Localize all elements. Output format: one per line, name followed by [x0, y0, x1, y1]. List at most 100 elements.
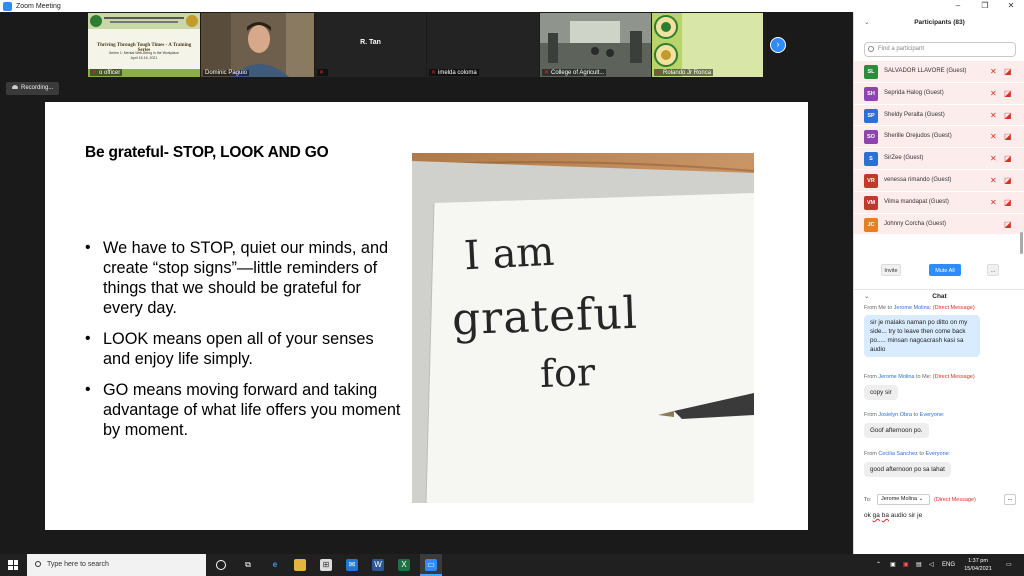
participant-list: SL SALVADOR LLAVORE (Guest) ✕ ◪ SH Seprid… [854, 61, 1024, 236]
avatar: VR [864, 173, 878, 188]
participant-row[interactable]: SO Sherille Orejudos (Guest) ✕ ◪ [854, 126, 1024, 149]
chat-input[interactable]: ok ga ba audio sir je [864, 512, 922, 519]
chat-message: copy sir [864, 385, 898, 400]
taskbar: Type here to search ⧉ e ⊞ ✉ W X ▭ ⌃ ▣ ▣ … [0, 554, 1024, 576]
avatar: SH [864, 86, 878, 101]
video-off-icon: ◪ [1004, 197, 1012, 207]
find-participant-input[interactable]: Find a participant [864, 42, 1016, 57]
bullet-item: GO means moving forward and taking advan… [85, 380, 405, 440]
windows-start-icon[interactable] [8, 560, 18, 570]
volume-icon[interactable]: ◁ [929, 554, 934, 576]
participant-row[interactable]: S SirZee (Guest) ✕ ◪ [854, 148, 1024, 170]
file-explorer-icon[interactable] [294, 559, 306, 571]
participant-name: ✕ [317, 69, 329, 76]
participant-name: SirZee (Guest) [884, 155, 924, 162]
search-icon [868, 46, 874, 52]
avatar: S [864, 152, 878, 167]
word-icon[interactable]: W [372, 559, 384, 571]
language-indicator[interactable]: ENG [942, 554, 955, 576]
participant-name: ✕ imelda coloma [429, 69, 479, 76]
muted-mic-icon: ✕ [319, 70, 325, 76]
participant-row[interactable]: SL SALVADOR LLAVORE (Guest) ✕ ◪ [854, 61, 1024, 83]
photo-text-line: for [539, 350, 596, 396]
network-icon[interactable]: ▤ [916, 554, 922, 576]
chevron-right-icon[interactable]: › [770, 37, 786, 53]
video-tile[interactable]: Dominic Paguio [201, 13, 314, 77]
muted-mic-icon: ✕ [990, 197, 997, 207]
chevron-down-icon: ⌄ [918, 496, 924, 502]
muted-mic-icon: ✕ [990, 175, 997, 185]
recipient-select[interactable]: Jerome Molina ⌄ [877, 494, 930, 505]
mute-all-button[interactable]: Mute All [929, 264, 961, 276]
zoom-icon: ▭ [425, 559, 437, 571]
video-off-icon: ◪ [1004, 67, 1012, 76]
avatar: JC [864, 217, 878, 232]
classroom-video [540, 13, 651, 77]
tray-chevron-icon[interactable]: ⌃ [876, 554, 881, 576]
restore-button[interactable]: ❐ [972, 0, 998, 12]
avatar: SP [864, 108, 878, 123]
video-off-icon: ◪ [1004, 219, 1012, 229]
participant-row[interactable]: JC Johnny Corcha (Guest) ◪ [854, 213, 1024, 236]
muted-mic-icon: ✕ [990, 154, 997, 164]
video-tile[interactable]: R. Tan ✕ [315, 13, 426, 77]
message-meta: From Cecilia Sanchez to Everyone: [864, 451, 951, 457]
invite-button[interactable]: Invite [881, 264, 901, 276]
tray-app-icon[interactable]: ▣ [890, 554, 896, 576]
participant-video [201, 13, 314, 77]
participant-name: Vilma mandapat (Guest) [884, 198, 949, 205]
video-tile[interactable]: ✕ imelda coloma [427, 13, 539, 77]
chat-more-button[interactable]: ... [1004, 494, 1016, 505]
participant-name: ✕ College of Agricult... [542, 69, 607, 76]
zoom-taskbar-button[interactable]: ▭ [420, 554, 442, 576]
shared-slide: Be grateful- STOP, LOOK AND GO We have t… [45, 102, 808, 530]
more-options-button[interactable]: ... [987, 264, 999, 276]
participant-row[interactable]: SH Seprida Halog (Guest) ✕ ◪ [854, 82, 1024, 105]
grateful-notebook-photo: I am grateful for [412, 153, 754, 503]
participant-name: Johnny Corcha (Guest) [884, 220, 947, 227]
taskbar-search[interactable]: Type here to search [27, 554, 206, 576]
avatar: SL [864, 65, 878, 79]
video-tile[interactable]: ✕ Rolando Jr Ronca [652, 13, 763, 77]
participant-name: Dominic Paguio [203, 70, 250, 76]
photo-text-line: I am [462, 228, 556, 280]
cloud-recording-icon [12, 85, 18, 89]
task-view-icon[interactable]: ⧉ [242, 559, 254, 571]
muted-mic-icon: ✕ [656, 70, 662, 76]
participants-header: ⌄ Participants (83) [854, 12, 1024, 34]
video-off-icon: ◪ [1004, 110, 1012, 120]
edge-icon[interactable]: e [269, 559, 281, 571]
message-meta: From Josielyn Obra to Everyone: [864, 412, 945, 418]
excel-icon[interactable]: X [398, 559, 410, 571]
video-off-icon: ◪ [1004, 132, 1012, 142]
bullet-item: We have to STOP, quiet our minds, and cr… [85, 238, 405, 318]
mail-icon[interactable]: ✉ [346, 559, 358, 571]
avatar: SO [864, 130, 878, 145]
cortana-icon[interactable] [216, 560, 226, 570]
participant-name: SALVADOR LLAVORE (Guest) [884, 68, 967, 74]
slide-bullets: We have to STOP, quiet our minds, and cr… [85, 238, 405, 451]
chevron-down-icon[interactable]: ⌄ [864, 290, 869, 304]
participants-scrollbar[interactable] [1020, 232, 1023, 254]
message-meta: From Me to Jerome Molina: (Direct Messag… [864, 305, 975, 311]
chat-message: Goof afternoon po. [864, 423, 929, 438]
participant-row[interactable]: VM Vilma mandapat (Guest) ✕ ◪ [854, 191, 1024, 214]
video-tile[interactable]: Thriving Through Tough Times - A Trainin… [88, 13, 200, 77]
notification-icon[interactable]: ▭ [1006, 554, 1012, 576]
store-icon[interactable]: ⊞ [320, 559, 332, 571]
tray-app-icon[interactable]: ▣ [903, 554, 909, 576]
participant-row[interactable]: SP Sheldy Peralta (Guest) ✕ ◪ [854, 104, 1024, 127]
clock[interactable]: 1:37 pm 15/04/2021 [958, 557, 998, 573]
participant-name: ✕ Rolando Jr Ronca [654, 69, 714, 76]
muted-mic-icon: ✕ [92, 70, 98, 76]
video-tile[interactable]: ✕ College of Agricult... [540, 13, 651, 77]
minimize-button[interactable]: – [945, 0, 971, 12]
zoom-logo-icon [3, 1, 12, 11]
chevron-down-icon[interactable]: ⌄ [864, 12, 869, 34]
participant-row[interactable]: VR venessa rimando (Guest) ✕ ◪ [854, 169, 1024, 192]
chat-message: good afternoon po sa lahat [864, 462, 951, 477]
recording-indicator[interactable]: Recording... [6, 82, 60, 95]
participant-name: Sherille Orejudos (Guest) [884, 133, 952, 140]
close-button[interactable]: ✕ [998, 0, 1024, 12]
direct-message-label: (Direct Message) [934, 497, 976, 503]
